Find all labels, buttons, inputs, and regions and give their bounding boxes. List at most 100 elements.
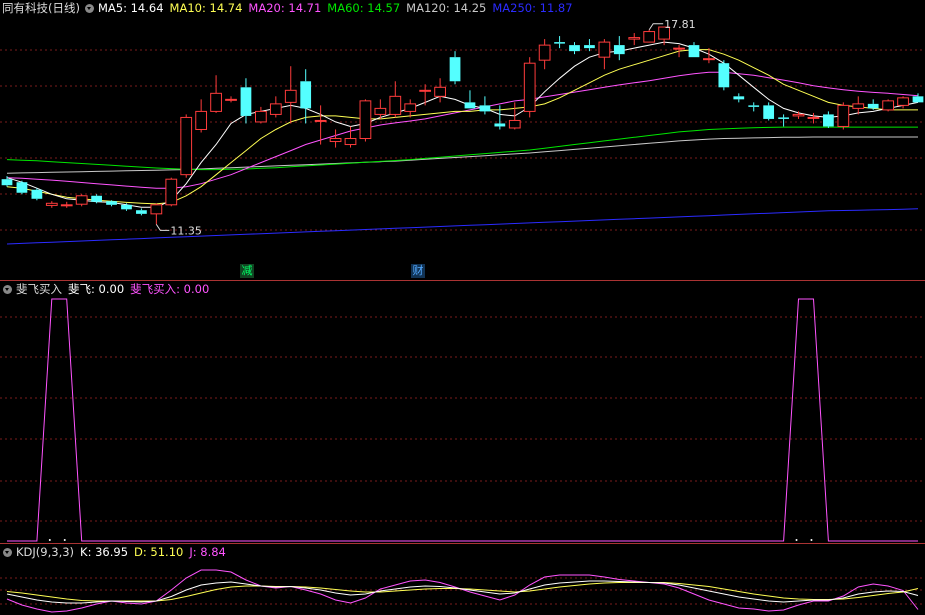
candle-down	[91, 195, 102, 202]
candle-up	[598, 41, 611, 58]
candle-up	[255, 110, 267, 123]
candle-up	[60, 204, 73, 207]
candle-up	[329, 138, 342, 143]
candle-down	[748, 105, 760, 107]
ma250-line	[6, 208, 919, 245]
signal-dot	[795, 539, 798, 541]
indicator-panel-kdj[interactable]: KDJ(9,3,3) K: 36.95 D: 51.10 J: 8.84	[0, 544, 925, 615]
candle-up	[210, 92, 222, 112]
indicator1-name: 斐飞买入	[16, 282, 62, 296]
indicator2-name: KDJ(9,3,3)	[16, 545, 75, 559]
candle-up	[225, 98, 237, 101]
low-marker	[155, 224, 170, 231]
ma-label-4: MA120: 14.25	[406, 1, 487, 15]
ma5-line	[6, 41, 919, 208]
candle-up	[508, 119, 521, 129]
candle-up	[165, 178, 178, 206]
candle-up	[837, 104, 850, 127]
candle-up	[792, 113, 805, 117]
signal-dot	[810, 539, 813, 541]
event-tag-finance[interactable]: 财	[411, 264, 425, 278]
candle-down	[763, 105, 775, 119]
candle-up	[180, 116, 193, 176]
ma-label-5: MA250: 11.87	[492, 1, 573, 15]
candle-up	[882, 100, 895, 111]
ma-label-3: MA60: 14.57	[327, 1, 401, 15]
candle-up	[314, 119, 327, 122]
candle-down	[494, 123, 506, 127]
kdj-k-value: K: 36.95	[80, 545, 129, 559]
candle-up	[75, 195, 88, 205]
candle-down	[584, 45, 595, 49]
ma60-line	[6, 126, 918, 171]
candle-down	[300, 81, 312, 109]
candle-up	[703, 58, 715, 61]
candle-down	[569, 45, 580, 52]
candle-up	[359, 100, 372, 140]
feifei-signal-chart[interactable]	[0, 281, 925, 543]
candle-down	[733, 96, 745, 100]
kdj-k-line	[6, 580, 919, 604]
candle-up	[284, 89, 297, 103]
kdj-j-line	[6, 569, 919, 613]
candlestick-chart[interactable]: 17.81 11.35	[0, 0, 925, 280]
candle-up	[538, 44, 551, 61]
candle-down	[688, 45, 700, 58]
candle-up	[673, 47, 685, 50]
candle-up	[389, 95, 402, 115]
kdj-d-line	[6, 582, 919, 602]
signal-dot	[63, 539, 66, 541]
indicator1-value-feifei: 斐飞: 0.00	[68, 282, 125, 296]
event-tag-reduce[interactable]: 减	[240, 264, 254, 278]
candle-up	[344, 138, 357, 146]
candle-up	[374, 107, 387, 115]
candle-down	[16, 182, 28, 193]
candle-down	[464, 102, 476, 109]
price-panel-header: 同有科技(日线) MA5: 14.64 MA10: 14.74 MA20: 14.71…	[0, 0, 585, 16]
kdj-j-value: J: 8.84	[189, 545, 226, 559]
candle-up	[807, 116, 820, 119]
candle-down	[136, 210, 147, 214]
candle-up	[419, 89, 432, 92]
candle-down	[479, 105, 491, 112]
candle-down	[121, 204, 132, 210]
signal-dot	[48, 539, 51, 541]
ma-label-2: MA20: 14.71	[248, 1, 322, 15]
candle-up	[150, 204, 163, 215]
ma-label-1: MA10: 14.74	[169, 1, 243, 15]
candle-up	[897, 97, 909, 106]
candle-up	[45, 202, 58, 206]
ma-label-0: MA5: 14.64	[97, 1, 164, 15]
candle-up	[404, 103, 417, 112]
candle-up	[523, 62, 536, 112]
candle-up	[269, 103, 282, 115]
security-title: 同有科技(日线)	[2, 1, 80, 15]
candle-down	[31, 189, 43, 199]
feifei-buy-line	[7, 298, 918, 542]
candle-down	[1, 179, 13, 186]
price-panel[interactable]: 17.81 11.35 同有科技(日线) MA5: 14.64 MA10: 14.74…	[0, 0, 925, 280]
candle-up	[628, 37, 641, 40]
dropdown-icon[interactable]	[84, 4, 94, 13]
indicator1-header: 斐飞买入 斐飞: 0.00 斐飞买入: 0.00	[0, 281, 215, 297]
candle-up	[434, 86, 446, 97]
candle-down	[912, 96, 924, 103]
dropdown-icon[interactable]	[3, 285, 12, 294]
kdj-d-value: D: 51.10	[134, 545, 184, 559]
candle-up	[195, 110, 208, 130]
indicator1-value-feifei-buy: 斐飞买入: 0.00	[130, 282, 210, 296]
high-label: 17.81	[664, 18, 696, 31]
candle-down	[106, 201, 117, 205]
candle-down	[554, 42, 565, 44]
low-label: 11.35	[170, 224, 202, 237]
dropdown-icon[interactable]	[3, 548, 12, 557]
candle-up	[643, 31, 656, 43]
candle-up	[852, 103, 865, 109]
candle-down	[867, 103, 879, 109]
candle-down	[778, 117, 789, 119]
candle-down	[449, 57, 461, 82]
indicator-panel-feifei[interactable]: 斐飞买入 斐飞: 0.00 斐飞买入: 0.00	[0, 281, 925, 543]
candle-down	[613, 45, 625, 55]
candle-down	[823, 114, 834, 127]
indicator2-header: KDJ(9,3,3) K: 36.95 D: 51.10 J: 8.84	[0, 544, 232, 560]
